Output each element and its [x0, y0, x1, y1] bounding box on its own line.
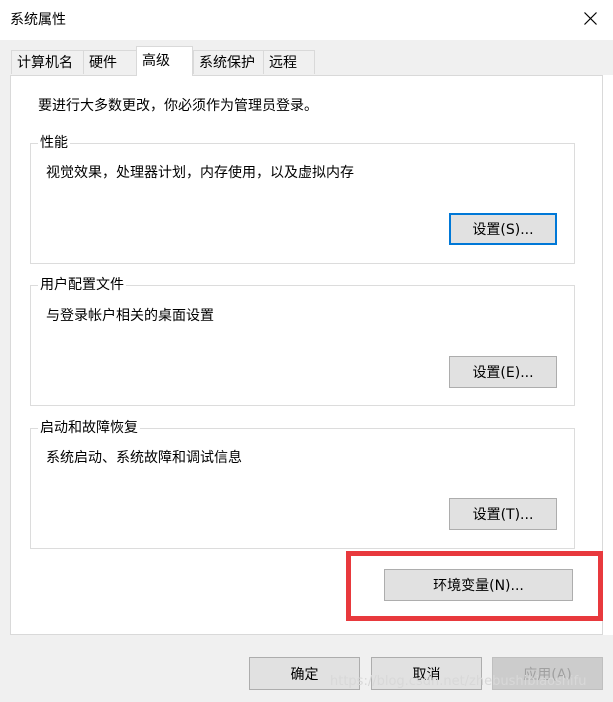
user-profiles-label: 用户配置文件	[38, 275, 126, 295]
performance-label: 性能	[38, 133, 70, 153]
startup-recovery-label: 启动和故障恢复	[38, 418, 140, 438]
tab-system-protection[interactable]: 系统保护	[193, 50, 264, 74]
startup-recovery-settings-button[interactable]: 设置(T)...	[449, 498, 557, 530]
system-properties-window: 系统属性 计算机名 硬件 高级 系统保护 远程 要进行大多数更改，你必须作为管理…	[0, 0, 613, 702]
tab-remote[interactable]: 远程	[263, 50, 315, 74]
window-title: 系统属性	[10, 12, 66, 28]
startup-recovery-group	[30, 428, 575, 549]
tab-hardware[interactable]: 硬件	[83, 50, 138, 74]
tab-computer-name[interactable]: 计算机名	[11, 50, 84, 74]
watermark-url: https://blog.csdn.net/zhebushibiaoshifu	[330, 674, 587, 689]
startup-recovery-description: 系统启动、系统故障和调试信息	[46, 450, 242, 466]
performance-group	[30, 143, 575, 264]
environment-variables-button[interactable]: 环境变量(N)...	[384, 569, 573, 601]
user-profiles-description: 与登录帐户相关的桌面设置	[46, 308, 214, 324]
background-strip	[603, 75, 613, 635]
admin-notice: 要进行大多数更改，你必须作为管理员登录。	[38, 98, 318, 114]
user-profiles-settings-button[interactable]: 设置(E)...	[449, 356, 557, 388]
close-icon	[584, 12, 597, 25]
close-button[interactable]	[568, 0, 612, 38]
performance-description: 视觉效果，处理器计划，内存使用，以及虚拟内存	[46, 165, 354, 181]
title-bar: 系统属性	[0, 0, 613, 40]
performance-settings-button[interactable]: 设置(S)...	[449, 213, 557, 245]
tab-advanced[interactable]: 高级	[136, 46, 193, 76]
